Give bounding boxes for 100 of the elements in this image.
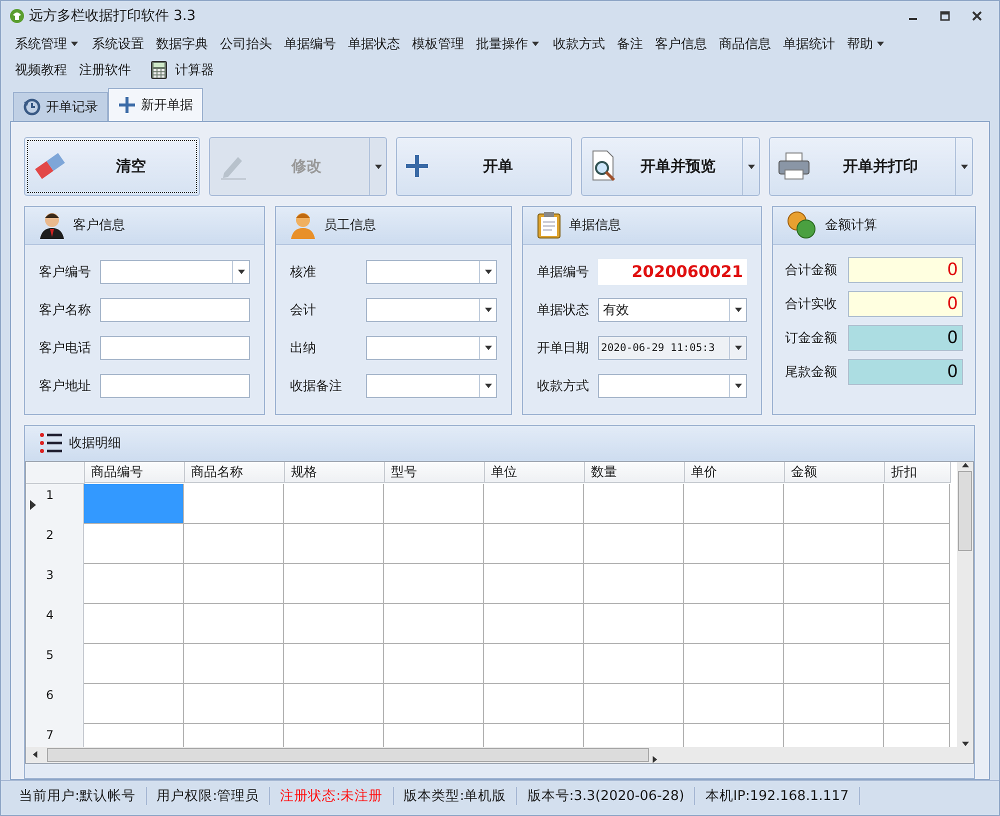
- row-header[interactable]: 4: [26, 604, 84, 644]
- table-cell[interactable]: [384, 684, 484, 724]
- table-cell[interactable]: [584, 524, 684, 564]
- toolbar-button[interactable]: 开单: [397, 138, 571, 195]
- table-cell[interactable]: [584, 564, 684, 604]
- row-header[interactable]: 2: [26, 524, 84, 564]
- table-cell[interactable]: [884, 644, 950, 684]
- row-header[interactable]: 7: [26, 724, 84, 747]
- table-cell[interactable]: [884, 564, 950, 604]
- table-cell[interactable]: [584, 644, 684, 684]
- amount-field[interactable]: 0: [848, 290, 963, 317]
- column-header[interactable]: 单价: [685, 462, 785, 483]
- table-cell[interactable]: [784, 684, 884, 724]
- table-cell[interactable]: [784, 644, 884, 684]
- bill-number-field[interactable]: 2020060021: [598, 258, 747, 285]
- table-cell[interactable]: [184, 684, 284, 724]
- dropdown-field[interactable]: [598, 374, 747, 398]
- scrollbar-thumb[interactable]: [47, 748, 649, 762]
- table-cell[interactable]: [184, 604, 284, 644]
- table-cell[interactable]: [884, 604, 950, 644]
- menu-item[interactable]: 系统管理: [9, 34, 86, 53]
- table-cell[interactable]: [484, 604, 584, 644]
- text-field[interactable]: [100, 298, 250, 322]
- table-cell[interactable]: [184, 644, 284, 684]
- table-cell[interactable]: [384, 564, 484, 604]
- table-cell[interactable]: [484, 524, 584, 564]
- toolbar-button[interactable]: 清空: [25, 138, 199, 195]
- table-cell[interactable]: [384, 604, 484, 644]
- menu-item[interactable]: 收款方式: [547, 34, 611, 53]
- table-cell[interactable]: [284, 684, 384, 724]
- dropdown-field[interactable]: [366, 298, 497, 322]
- column-header[interactable]: 数量: [585, 462, 685, 483]
- menu-item[interactable]: 单据状态: [342, 34, 406, 53]
- table-cell[interactable]: [284, 604, 384, 644]
- menu-item[interactable]: 单据编号: [278, 34, 342, 53]
- table-cell[interactable]: [684, 684, 784, 724]
- table-cell[interactable]: [384, 484, 484, 524]
- column-header[interactable]: 单位: [485, 462, 585, 483]
- tab[interactable]: 新开单据: [108, 88, 203, 121]
- table-cell[interactable]: [884, 684, 950, 724]
- table-cell[interactable]: [784, 564, 884, 604]
- table-cell[interactable]: [584, 684, 684, 724]
- table-cell[interactable]: [84, 524, 184, 564]
- table-cell[interactable]: [684, 604, 784, 644]
- table-cell[interactable]: [184, 524, 284, 564]
- table-cell[interactable]: [784, 484, 884, 524]
- column-header[interactable]: 商品编号: [85, 462, 185, 483]
- table-cell[interactable]: [384, 524, 484, 564]
- menu-item[interactable]: 商品信息: [713, 34, 777, 53]
- column-header[interactable]: 折扣: [885, 462, 951, 483]
- row-header[interactable]: 5: [26, 644, 84, 684]
- vertical-scrollbar[interactable]: [957, 462, 973, 747]
- table-cell[interactable]: [484, 484, 584, 524]
- table-cell[interactable]: [284, 564, 384, 604]
- table-cell[interactable]: [84, 484, 184, 524]
- table-cell[interactable]: [784, 604, 884, 644]
- table-cell[interactable]: [484, 564, 584, 604]
- row-header[interactable]: 6: [26, 684, 84, 724]
- dropdown-field[interactable]: 有效: [598, 298, 747, 322]
- menu-item[interactable]: 模板管理: [406, 34, 470, 53]
- table-cell[interactable]: [684, 644, 784, 684]
- table-cell[interactable]: [184, 484, 284, 524]
- row-header[interactable]: 1: [26, 484, 84, 524]
- dropdown-field[interactable]: [100, 260, 250, 284]
- column-header[interactable]: 规格: [285, 462, 385, 483]
- table-cell[interactable]: [84, 604, 184, 644]
- row-header[interactable]: 3: [26, 564, 84, 604]
- amount-field[interactable]: 0: [848, 324, 963, 351]
- table-cell[interactable]: [284, 484, 384, 524]
- maximize-icon[interactable]: [939, 10, 951, 22]
- table-cell[interactable]: [784, 524, 884, 564]
- dropdown-field[interactable]: [366, 374, 497, 398]
- menu-item[interactable]: 备注: [611, 34, 649, 53]
- date-field[interactable]: 2020-06-29 11:05:3: [598, 336, 747, 360]
- table-cell[interactable]: [684, 524, 784, 564]
- calculator-menu-item[interactable]: 计算器: [145, 60, 220, 79]
- table-cell[interactable]: [684, 564, 784, 604]
- table-cell[interactable]: [484, 644, 584, 684]
- dropdown-field[interactable]: [366, 260, 497, 284]
- table-cell[interactable]: [684, 484, 784, 524]
- text-field[interactable]: [100, 336, 250, 360]
- table-cell[interactable]: [384, 644, 484, 684]
- menu-item[interactable]: 数据字典: [150, 34, 214, 53]
- menu-item[interactable]: 批量操作: [470, 34, 547, 53]
- menu-item[interactable]: 单据统计: [777, 34, 841, 53]
- table-cell[interactable]: [584, 604, 684, 644]
- scrollbar-thumb[interactable]: [958, 470, 972, 551]
- amount-field[interactable]: 0: [848, 256, 963, 283]
- table-cell[interactable]: [84, 684, 184, 724]
- table-cell[interactable]: [884, 524, 950, 564]
- column-header[interactable]: 型号: [385, 462, 485, 483]
- text-field[interactable]: [100, 374, 250, 398]
- menu-item[interactable]: 视频教程: [9, 60, 73, 79]
- dropdown-field[interactable]: [366, 336, 497, 360]
- tab[interactable]: 开单记录: [13, 92, 108, 121]
- column-header[interactable]: 金额: [785, 462, 885, 483]
- amount-field[interactable]: 0: [848, 358, 963, 385]
- menu-item[interactable]: 系统设置: [86, 34, 150, 53]
- close-icon[interactable]: [971, 10, 983, 22]
- table-cell[interactable]: [284, 524, 384, 564]
